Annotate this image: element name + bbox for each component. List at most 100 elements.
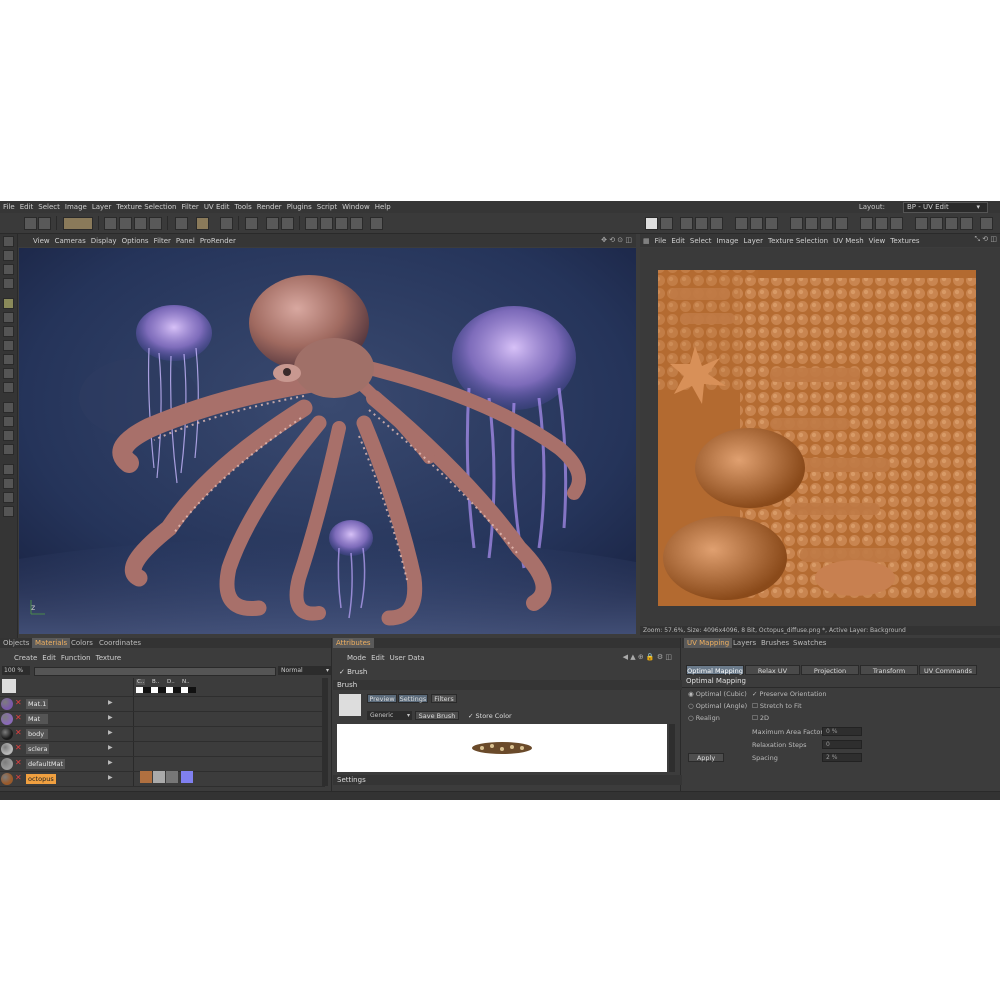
- store-color-checkbox[interactable]: ✓ Store Color: [468, 712, 512, 720]
- uv-edge-icon[interactable]: [695, 217, 708, 230]
- menu-item-edit[interactable]: Edit: [20, 203, 34, 211]
- max-area-factor-field[interactable]: 0 %: [822, 727, 862, 736]
- zoom-slider[interactable]: [34, 667, 276, 676]
- scene-icon[interactable]: [370, 217, 383, 230]
- texture-nav-icons[interactable]: ⤡ ⟲ ◫: [974, 235, 997, 244]
- render-picture-icon[interactable]: [281, 217, 294, 230]
- tab-uv-mapping[interactable]: UV Mapping: [684, 638, 733, 648]
- chevron-right-icon[interactable]: ▶: [108, 744, 113, 751]
- materials-menu-item-texture[interactable]: Texture: [96, 654, 122, 662]
- filter-icon[interactable]: [790, 217, 803, 230]
- material-name[interactable]: octopus: [26, 774, 56, 784]
- texture-menu-item-edit[interactable]: Edit: [671, 237, 685, 245]
- object-icon[interactable]: [320, 217, 333, 230]
- blend-mode-dropdown[interactable]: Normal ▾: [278, 666, 331, 675]
- uv-grid-icon[interactable]: [660, 217, 673, 230]
- chevron-right-icon[interactable]: ▶: [108, 714, 113, 721]
- viewport-nav-icons[interactable]: ✥ ⟲ ⊙ ◫: [601, 236, 632, 244]
- chevron-right-icon[interactable]: ▶: [108, 759, 113, 766]
- paint-setup-icon[interactable]: [960, 217, 973, 230]
- move-icon[interactable]: [104, 217, 117, 230]
- menu-item-filter[interactable]: Filter: [181, 203, 198, 211]
- cube-icon[interactable]: [305, 217, 318, 230]
- menu-item-select[interactable]: Select: [38, 203, 60, 211]
- octopus-normal-channel[interactable]: [181, 771, 193, 783]
- viewport-menu-item-panel[interactable]: Panel: [176, 237, 195, 245]
- texture-menu-item-select[interactable]: Select: [690, 237, 712, 245]
- layer-icon[interactable]: [735, 217, 748, 230]
- tab-attributes[interactable]: Attributes: [333, 638, 374, 648]
- attributes-menu-item-edit[interactable]: Edit: [371, 654, 385, 662]
- tab-brushes[interactable]: Brushes: [758, 638, 792, 648]
- attributes-menu-item-mode[interactable]: Mode: [347, 654, 366, 662]
- magic-wand-icon[interactable]: [3, 382, 14, 393]
- render-view-icon[interactable]: [245, 217, 258, 230]
- texture-menu-item-textures[interactable]: Textures: [890, 237, 919, 245]
- attributes-menu-item-user-data[interactable]: User Data: [390, 654, 425, 662]
- checkbox-stretch-to-fit[interactable]: ☐ Stretch to Fit: [752, 702, 802, 710]
- disabled-x-icon[interactable]: ✕: [15, 728, 22, 737]
- disabled-x-icon[interactable]: ✕: [15, 743, 22, 752]
- tab-coordinates[interactable]: Coordinates: [96, 638, 144, 648]
- projection-icon[interactable]: [875, 217, 888, 230]
- texture-menu-item-texture-selection[interactable]: Texture Selection: [768, 237, 828, 245]
- radio-realign[interactable]: ○ Realign: [688, 714, 720, 722]
- tab-objects[interactable]: Objects: [0, 638, 32, 648]
- radio-optimal-angle[interactable]: ○ Optimal (Angle): [688, 702, 747, 710]
- material-row[interactable]: ✕ body ▶: [0, 727, 325, 742]
- texture-menu-item-view[interactable]: View: [869, 237, 886, 245]
- viewport-menu-item-options[interactable]: Options: [122, 237, 149, 245]
- brush-preview-thumb[interactable]: [339, 694, 361, 716]
- octopus-diffusion-channel[interactable]: [166, 771, 178, 783]
- menu-item-file[interactable]: File: [3, 203, 15, 211]
- menu-item-help[interactable]: Help: [375, 203, 391, 211]
- disabled-x-icon[interactable]: ✕: [15, 758, 22, 767]
- subtab-optimal-mapping[interactable]: Optimal Mapping: [686, 665, 744, 675]
- material-name[interactable]: Mat: [26, 714, 48, 724]
- chevron-right-icon[interactable]: ▶: [108, 699, 113, 706]
- materials-menu-item-edit[interactable]: Edit: [42, 654, 56, 662]
- tab-swatches[interactable]: Swatches: [790, 638, 829, 648]
- preview-scrollbar[interactable]: [669, 724, 675, 772]
- subtab-projection[interactable]: Projection: [801, 665, 859, 675]
- selection-tool-icon[interactable]: [63, 217, 93, 230]
- stamp-icon[interactable]: [860, 217, 873, 230]
- apply-button[interactable]: Apply: [688, 753, 724, 762]
- subtab-preview[interactable]: Preview: [367, 694, 397, 703]
- uv-polygon-icon[interactable]: [680, 217, 693, 230]
- brush-icon[interactable]: [3, 298, 14, 309]
- settings-icon[interactable]: [980, 217, 993, 230]
- material-thumbnail[interactable]: [1, 728, 13, 740]
- material-thumbnail[interactable]: [1, 743, 13, 755]
- material-thumbnail[interactable]: [1, 773, 13, 785]
- checker-icon[interactable]: [645, 217, 658, 230]
- sharpen-icon[interactable]: [820, 217, 833, 230]
- texture-menu-item-layer[interactable]: Layer: [743, 237, 763, 245]
- viewport-menu-item-cameras[interactable]: Cameras: [55, 237, 86, 245]
- material-icon[interactable]: [930, 217, 943, 230]
- subtab-uv-commands[interactable]: UV Commands: [919, 665, 977, 675]
- pencil-icon[interactable]: [3, 312, 14, 323]
- viewport-menu-item-filter[interactable]: Filter: [154, 237, 171, 245]
- materials-menu-item-function[interactable]: Function: [61, 654, 91, 662]
- menu-item-uv-edit[interactable]: UV Edit: [204, 203, 230, 211]
- render-settings-icon[interactable]: [266, 217, 279, 230]
- menu-item-texture-selection[interactable]: Texture Selection: [116, 203, 176, 211]
- checkbox-2d[interactable]: ☐ 2D: [752, 714, 769, 722]
- uv-points-icon[interactable]: [175, 217, 188, 230]
- texture-menu-item-file[interactable]: File: [655, 237, 667, 245]
- texture-menu-item-uv-mesh[interactable]: UV Mesh: [833, 237, 864, 245]
- gradient-icon[interactable]: [3, 354, 14, 365]
- color-swap-icon[interactable]: [3, 478, 14, 489]
- material-thumbnail[interactable]: [1, 758, 13, 770]
- checkbox-preserve-orientation[interactable]: ✓ Preserve Orientation: [752, 690, 827, 698]
- transform-icon[interactable]: [149, 217, 162, 230]
- tab-layers[interactable]: Layers: [730, 638, 759, 648]
- layout-dropdown[interactable]: BP - UV Edit ▾: [903, 202, 988, 213]
- zoom-field[interactable]: 100 %: [2, 666, 30, 675]
- relaxation-steps-field[interactable]: 0: [822, 740, 862, 749]
- attributes-nav-icons[interactable]: ◀ ▲ ⊕ 🔒 ⚙ ◫: [623, 653, 672, 661]
- grid-icon[interactable]: ▦: [640, 237, 650, 245]
- fg-bg-color-icon[interactable]: [3, 492, 14, 503]
- uv-mode-icon[interactable]: [3, 278, 14, 289]
